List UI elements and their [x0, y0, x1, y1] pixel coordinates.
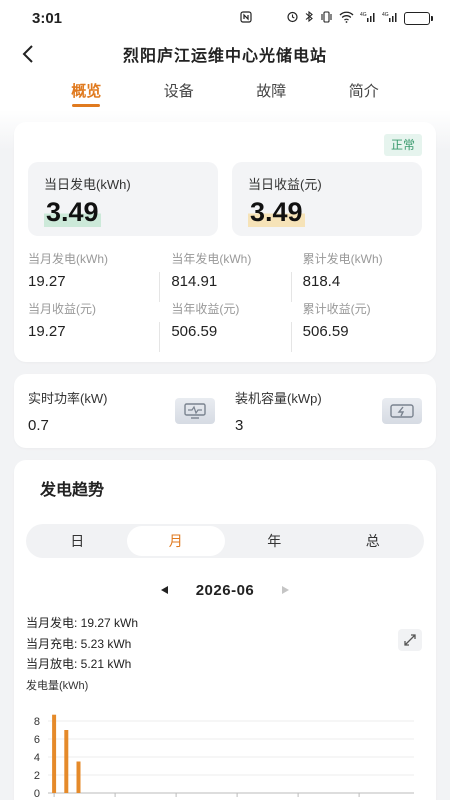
tab-faults[interactable]: 故障 — [256, 80, 286, 107]
stat-value: 19.27 — [28, 323, 66, 340]
bar — [52, 714, 57, 793]
segment-month[interactable]: 月 — [126, 526, 225, 556]
chevron-left-icon — [22, 45, 33, 63]
installed-capacity-label: 装机容量(kWp) — [235, 391, 322, 406]
chart-ylabel: 发电量(kWh) — [26, 679, 89, 692]
back-button[interactable] — [14, 40, 42, 68]
expand-button[interactable] — [398, 629, 422, 651]
y-tick-label: 0 — [34, 788, 40, 800]
y-tick-label: 2 — [34, 770, 40, 782]
bar — [64, 729, 69, 793]
trend-summary: 当月发电: 19.27 kWh 当月充电: 5.23 kWh 当月放电: 5.2… — [26, 613, 424, 675]
stat-label: 累计发电(kWh) — [302, 252, 383, 266]
nfc-icon — [240, 10, 252, 26]
page-title: 烈阳庐江运维中心光储电站 — [122, 48, 327, 65]
period-segments: 日 月 年 总 — [26, 524, 424, 558]
bluetooth-icon — [305, 10, 314, 26]
power-card: 实时功率(kW) 0.7 装机容量(kWp) 3 — [14, 374, 436, 448]
triangle-left-icon — [160, 585, 168, 594]
status-badge: 正常 — [383, 134, 422, 156]
y-tick-label: 8 — [34, 716, 40, 728]
y-tick-label: 6 — [34, 734, 40, 746]
stat-value: 506.59 — [171, 323, 218, 340]
stat-label: 当月发电(kWh) — [28, 252, 108, 266]
realtime-power-value: 0.7 — [28, 417, 49, 434]
tab-intro[interactable]: 简介 — [349, 80, 379, 107]
trend-title: 发电趋势 — [40, 482, 105, 499]
signal-4g-icon-2: 4G — [382, 11, 398, 26]
date-selector: 2026-06 — [26, 582, 424, 599]
stat-value: 814.91 — [171, 273, 218, 290]
day-generation-label: 当日发电(kWh) — [44, 177, 131, 192]
status-bar: 3:01 4G 4G — [0, 0, 450, 36]
y-tick-label: 4 — [34, 752, 40, 764]
stat-value: 818.4 — [302, 273, 341, 290]
stats-grid: 当月发电(kWh) 19.27 当年发电(kWh) 814.91 累计发电(kW… — [28, 250, 422, 352]
stat-year-generation: 当年发电(kWh) 814.91 — [159, 250, 290, 302]
stat-label: 当年收益(元) — [171, 302, 240, 316]
content: 正常 当日发电(kWh) 3.49 当日收益(元) 3.49 当月发电(kWh)… — [0, 110, 450, 800]
nav-bar: 烈阳庐江运维中心光储电站 — [0, 36, 450, 72]
status-icons: 4G 4G — [240, 10, 433, 26]
segment-day[interactable]: 日 — [28, 526, 127, 556]
alarm-icon — [286, 10, 299, 26]
segment-total[interactable]: 总 — [324, 526, 423, 556]
installed-capacity-value: 3 — [235, 417, 244, 434]
tab-overview[interactable]: 概览 — [71, 80, 101, 107]
signal-4g-icon-1: 4G — [360, 11, 376, 26]
stat-label: 累计收益(元) — [302, 302, 371, 316]
day-income-value: 3.49 — [248, 197, 305, 227]
prev-month-button[interactable] — [160, 584, 170, 598]
summary-charge: 当月充电: 5.23 kWh — [26, 636, 132, 651]
svg-text:4G: 4G — [360, 12, 367, 18]
generation-bar-chart: 02468010611162126 — [34, 714, 414, 800]
day-generation-value: 3.49 — [44, 197, 101, 227]
summary-generation: 当月发电: 19.27 kWh — [26, 616, 139, 630]
stat-value: 19.27 — [28, 273, 66, 290]
trend-card: 发电趋势 日 月 年 总 2026-06 当月发电: 19.27 kWh 当月充… — [14, 460, 436, 800]
vibrate-icon — [320, 10, 333, 26]
next-month-button[interactable] — [280, 584, 290, 598]
stat-label: 当年发电(kWh) — [171, 252, 252, 266]
battery-icon — [404, 11, 433, 25]
stat-month-generation: 当月发电(kWh) 19.27 — [28, 250, 159, 300]
day-income-kpi: 当日收益(元) 3.49 — [232, 162, 422, 236]
stat-year-income: 当年收益(元) 506.59 — [159, 300, 290, 352]
expand-icon — [404, 634, 416, 646]
stat-month-income: 当月收益(元) 19.27 — [28, 300, 159, 350]
stat-label: 当月收益(元) — [28, 302, 96, 316]
stat-total-income: 累计收益(元) 506.59 — [290, 300, 422, 352]
tab-bar: 概览 设备 故障 简介 — [0, 72, 450, 110]
triangle-right-icon — [282, 585, 290, 594]
summary-discharge: 当月放电: 5.21 kWh — [26, 657, 132, 671]
bar — [76, 761, 81, 793]
battery-bolt-icon — [382, 398, 422, 424]
status-time: 3:01 — [32, 9, 63, 27]
installed-capacity: 装机容量(kWp) 3 — [215, 388, 422, 434]
realtime-power-label: 实时功率(kW) — [28, 391, 108, 406]
svg-text:4G: 4G — [382, 12, 389, 18]
stat-value: 506.59 — [302, 323, 349, 340]
tab-devices[interactable]: 设备 — [164, 80, 194, 107]
current-date[interactable]: 2026-06 — [196, 582, 255, 599]
realtime-power: 实时功率(kW) 0.7 — [28, 388, 215, 434]
monitor-pulse-icon — [175, 398, 215, 424]
stat-total-generation: 累计发电(kWh) 818.4 — [290, 250, 422, 302]
segment-year[interactable]: 年 — [225, 526, 324, 556]
day-income-label: 当日收益(元) — [248, 177, 322, 192]
wifi-icon — [339, 11, 354, 26]
overview-card: 正常 当日发电(kWh) 3.49 当日收益(元) 3.49 当月发电(kWh)… — [14, 122, 436, 362]
day-generation-kpi: 当日发电(kWh) 3.49 — [28, 162, 218, 236]
